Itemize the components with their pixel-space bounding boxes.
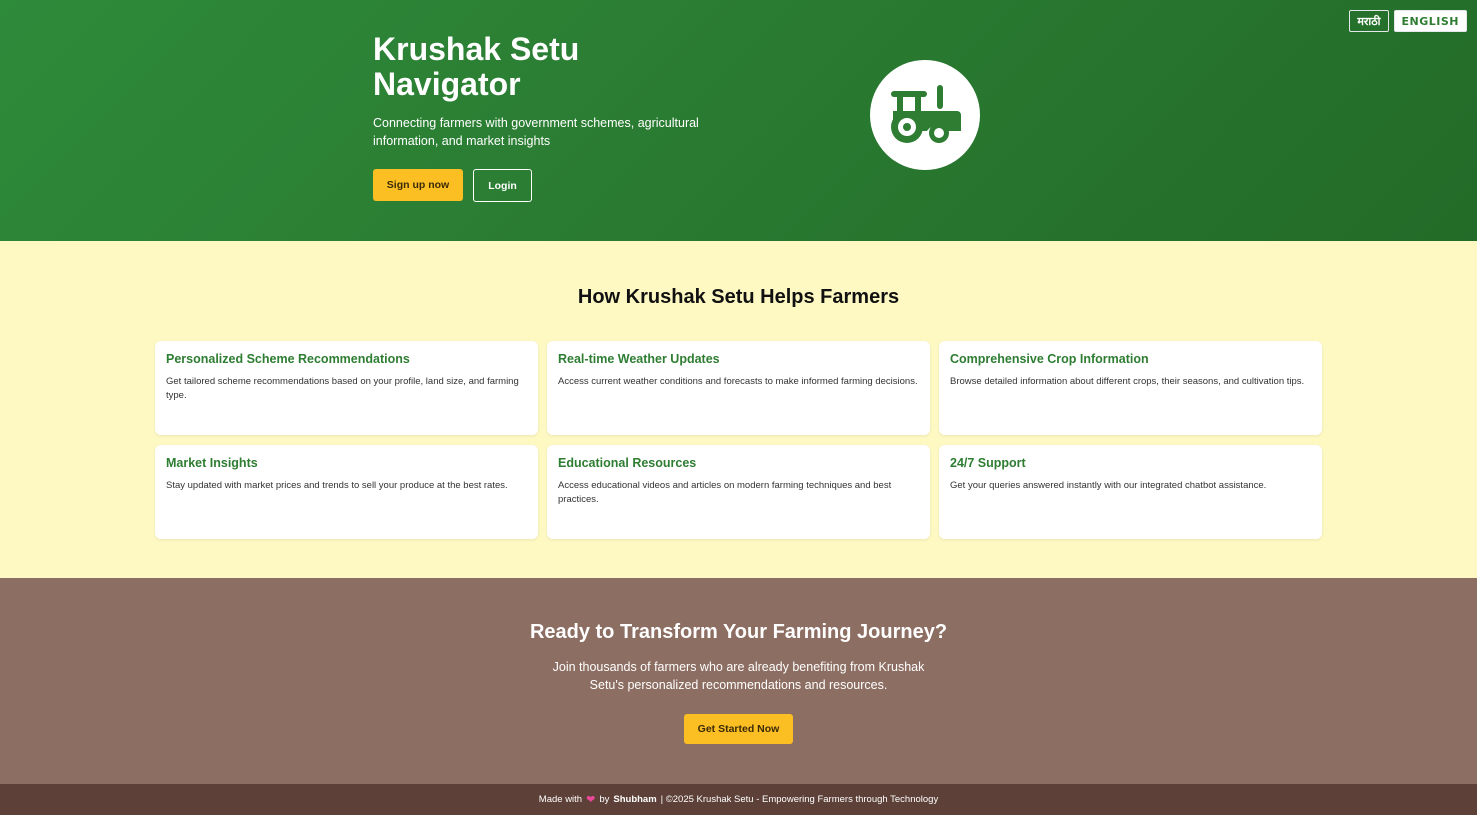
footer-copyright: | ©2025 Krushak Setu - Empowering Farmer… [660, 794, 939, 805]
feature-card-desc: Get tailored scheme recommendations base… [166, 376, 519, 401]
footer: Made with ❤ by Shubham | ©2025 Krushak S… [0, 784, 1477, 815]
feature-card-desc: Get your queries answered instantly with… [950, 480, 1267, 491]
signup-button[interactable]: Sign up now [373, 169, 463, 201]
language-marathi-button[interactable]: मराठी [1349, 10, 1389, 32]
cta-title: Ready to Transform Your Farming Journey? [529, 621, 948, 643]
feature-card-title: 24/7 Support [950, 456, 1026, 470]
footer-by: by [599, 794, 610, 805]
feature-cards-grid: Personalized Scheme Recommendations Get … [155, 341, 1322, 539]
feature-card-title: Comprehensive Crop Information [950, 352, 1149, 366]
cta-section: Ready to Transform Your Farming Journey?… [0, 578, 1477, 784]
feature-card-support: 24/7 Support Get your queries answered i… [939, 445, 1322, 539]
heart-icon: ❤ [586, 794, 596, 806]
hero-subtitle: Connecting farmers with government schem… [373, 116, 699, 148]
hero-logo [870, 60, 980, 170]
feature-card-title: Educational Resources [558, 456, 697, 470]
feature-card-market: Market Insights Stay updated with market… [155, 445, 538, 539]
hero-section: Krushak Setu Navigator Connecting farmer… [0, 0, 1477, 241]
features-title: How Krushak Setu Helps Farmers [577, 286, 900, 308]
feature-card-desc: Access educational videos and articles o… [558, 480, 892, 505]
get-started-button[interactable]: Get Started Now [684, 714, 793, 744]
language-english-button[interactable]: ENGLISH [1393, 10, 1467, 32]
cta-text: Join thousands of farmers who are alread… [552, 660, 925, 692]
feature-card-desc: Stay updated with market prices and tren… [166, 480, 508, 491]
footer-made-with: Made with [538, 794, 583, 805]
feature-card-schemes: Personalized Scheme Recommendations Get … [155, 341, 538, 435]
tractor-icon [891, 85, 961, 143]
feature-card-weather: Real-time Weather Updates Access current… [547, 341, 930, 435]
feature-card-desc: Access current weather conditions and fo… [558, 376, 918, 387]
hero-title: Krushak Setu Navigator [373, 31, 580, 102]
feature-card-desc: Browse detailed information about differ… [950, 376, 1305, 387]
feature-card-title: Market Insights [166, 456, 258, 470]
language-switch: मराठी ENGLISH [1349, 10, 1467, 32]
feature-card-education: Educational Resources Access educational… [547, 445, 930, 539]
feature-card-title: Real-time Weather Updates [558, 352, 720, 366]
footer-author: Shubham [613, 794, 657, 805]
features-section: How Krushak Setu Helps Farmers Personali… [0, 241, 1477, 578]
login-button[interactable]: Login [473, 169, 532, 202]
feature-card-crops: Comprehensive Crop Information Browse de… [939, 341, 1322, 435]
feature-card-title: Personalized Scheme Recommendations [166, 352, 410, 366]
